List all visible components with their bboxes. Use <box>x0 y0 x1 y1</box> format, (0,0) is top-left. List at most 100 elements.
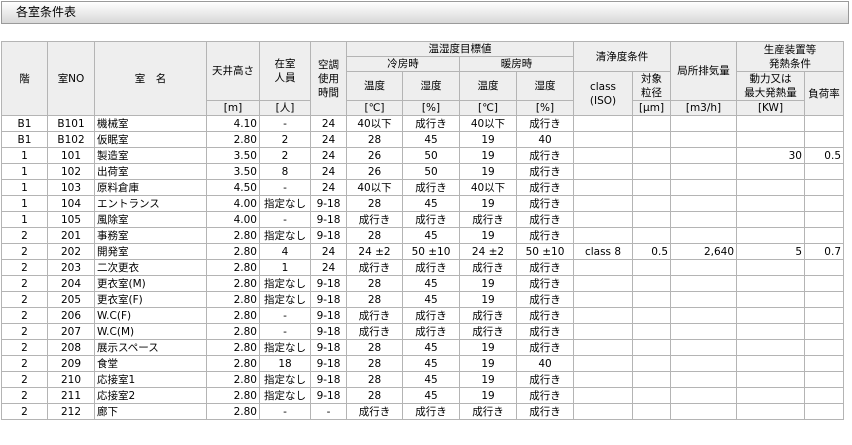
cell-cooling-humidity: 成行き <box>402 323 460 340</box>
cell-particle <box>632 195 671 212</box>
cell-load-factor <box>804 115 844 132</box>
cell-particle <box>632 403 671 420</box>
cell-cooling-humidity: 成行き <box>402 211 460 228</box>
cell-room-name: 機械室 <box>94 115 207 132</box>
cell-room-name: 更衣室(M) <box>94 275 207 292</box>
table-row: 2 205 更衣室(F) 2.80 指定なし 9-18 28 45 19 成行き <box>1 291 844 308</box>
cell-room-no: 103 <box>47 179 95 196</box>
cell-exhaust <box>670 291 737 308</box>
cell-ceiling-height: 2.80 <box>206 227 260 244</box>
cell-heating-humidity: 成行き <box>516 195 574 212</box>
cell-heating-humidity: 50 ±10 <box>516 243 574 260</box>
header-ceiling-height: 天井高さ <box>206 41 260 101</box>
table-row: 1 101 製造室 3.50 2 24 26 50 19 成行き 30 0.5 <box>1 147 844 164</box>
cell-power <box>736 291 805 308</box>
cell-exhaust <box>670 163 737 180</box>
cell-exhaust <box>670 371 737 388</box>
cell-heating-temp: 19 <box>459 371 517 388</box>
cell-occupants: - <box>259 115 311 132</box>
cell-room-name: W.C(M) <box>94 323 207 340</box>
cell-heating-temp: 成行き <box>459 403 517 420</box>
cell-heating-temp: 成行き <box>459 259 517 276</box>
cell-power <box>736 211 805 228</box>
cell-power <box>736 227 805 244</box>
cell-ceiling-height: 2.80 <box>206 387 260 404</box>
cell-exhaust <box>670 275 737 292</box>
cell-exhaust <box>670 211 737 228</box>
cell-occupants: 2 <box>259 147 311 164</box>
cell-floor: 2 <box>1 355 48 372</box>
cell-ac-time: 9-18 <box>310 211 347 228</box>
cell-heating-temp: 成行き <box>459 211 517 228</box>
cell-load-factor <box>804 275 844 292</box>
cell-cooling-humidity: 成行き <box>402 259 460 276</box>
cell-exhaust <box>670 387 737 404</box>
cell-occupants: - <box>259 403 311 420</box>
cell-power <box>736 259 805 276</box>
cell-exhaust <box>670 131 737 148</box>
cell-cooling-humidity: 成行き <box>402 115 460 132</box>
cell-floor: 1 <box>1 163 48 180</box>
cell-floor: 1 <box>1 211 48 228</box>
cell-class <box>573 339 633 356</box>
cell-ac-time: 24 <box>310 243 347 260</box>
table-row: 1 104 エントランス 4.00 指定なし 9-18 28 45 19 成行き <box>1 195 844 212</box>
cell-class <box>573 323 633 340</box>
cell-power: 30 <box>736 147 805 164</box>
cell-heating-humidity: 成行き <box>516 115 574 132</box>
cell-class <box>573 259 633 276</box>
table-header: 階 室NO 室 名 天井高さ 在室 人員 空調 使用 時間 温湿度目標値 清浄度条件 … <box>1 41 844 116</box>
cell-cooling-humidity: 50 ±10 <box>402 243 460 260</box>
header-heating: 暖房時 <box>459 56 574 72</box>
cell-ceiling-height: 2.80 <box>206 291 260 308</box>
cell-room-no: 204 <box>47 275 95 292</box>
cell-particle <box>632 147 671 164</box>
cell-ac-time: 9-18 <box>310 387 347 404</box>
cell-ceiling-height: 2.80 <box>206 307 260 324</box>
cell-ac-time: 9-18 <box>310 323 347 340</box>
cell-exhaust <box>670 147 737 164</box>
header-ac-time: 空調 使用 時間 <box>310 41 347 116</box>
cell-cooling-temp: 成行き <box>346 259 403 276</box>
unit-heating-temp: [℃] <box>459 100 517 116</box>
cell-cooling-humidity: 45 <box>402 371 460 388</box>
header-occupants: 在室 人員 <box>259 41 311 101</box>
cell-power <box>736 355 805 372</box>
cell-cooling-temp: 28 <box>346 131 403 148</box>
cell-load-factor <box>804 339 844 356</box>
cell-ac-time: 9-18 <box>310 355 347 372</box>
cell-class <box>573 163 633 180</box>
header-floor: 階 <box>1 41 48 116</box>
cell-particle <box>632 387 671 404</box>
cell-heating-temp: 19 <box>459 291 517 308</box>
cell-power <box>736 387 805 404</box>
cell-heating-humidity: 成行き <box>516 275 574 292</box>
cell-particle <box>632 291 671 308</box>
cell-ceiling-height: 4.10 <box>206 115 260 132</box>
cell-particle <box>632 227 671 244</box>
header-cleanliness: 清浄度条件 <box>573 41 671 72</box>
table-row: 2 201 事務室 2.80 指定なし 9-18 28 45 19 成行き <box>1 227 844 244</box>
header-exhaust: 局所排気量 <box>670 41 737 101</box>
cell-floor: 2 <box>1 227 48 244</box>
cell-heating-humidity: 成行き <box>516 211 574 228</box>
cell-class <box>573 115 633 132</box>
header-equipment: 生産装置等 発熱条件 <box>736 41 844 72</box>
cell-room-name: 食堂 <box>94 355 207 372</box>
cell-ac-time: 9-18 <box>310 291 347 308</box>
cell-ac-time: 9-18 <box>310 307 347 324</box>
cell-load-factor <box>804 403 844 420</box>
cell-power <box>736 403 805 420</box>
cell-exhaust <box>670 195 737 212</box>
header-cooling: 冷房時 <box>346 56 460 72</box>
unit-occupants: [人] <box>259 100 311 116</box>
cell-room-name: 応接室1 <box>94 371 207 388</box>
cell-occupants: 指定なし <box>259 291 311 308</box>
cell-particle: 0.5 <box>632 243 671 260</box>
cell-ac-time: 9-18 <box>310 275 347 292</box>
cell-occupants: 2 <box>259 131 311 148</box>
cell-ceiling-height: 4.50 <box>206 179 260 196</box>
unit-power: [KW] <box>736 100 805 116</box>
cell-power <box>736 339 805 356</box>
cell-class <box>573 275 633 292</box>
